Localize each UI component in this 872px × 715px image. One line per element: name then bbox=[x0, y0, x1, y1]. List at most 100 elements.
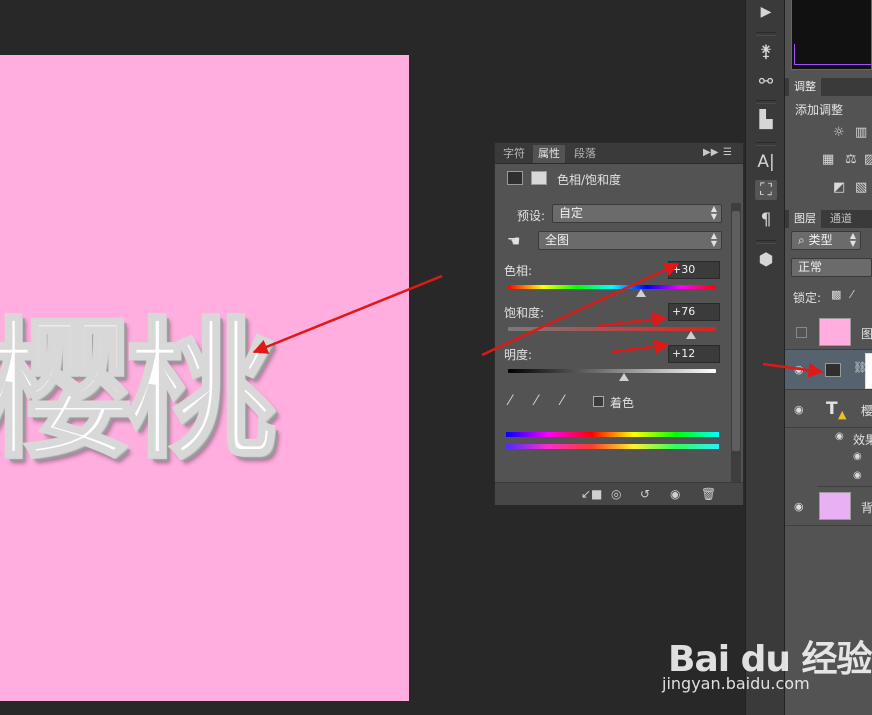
clone-source-icon[interactable]: ▙ bbox=[755, 110, 777, 130]
colorize-checkbox[interactable] bbox=[593, 396, 604, 407]
document-canvas[interactable]: 樱桃 bbox=[0, 55, 409, 701]
properties-scrollbar[interactable] bbox=[731, 203, 741, 483]
saturation-slider-thumb[interactable] bbox=[686, 331, 697, 339]
brightness-icon[interactable]: ☼ bbox=[833, 125, 845, 140]
art-text: 樱桃 bbox=[0, 305, 278, 479]
clip-to-layer-icon[interactable]: ↙■ bbox=[581, 487, 602, 501]
preset-value: 自定 bbox=[559, 206, 584, 220]
effects-label: 效果 bbox=[853, 433, 872, 447]
visibility-eye-icon[interactable]: ◉ bbox=[670, 487, 680, 501]
targeted-adjustment-hand-icon[interactable]: ☚ bbox=[507, 232, 520, 250]
warning-icon: ▲ bbox=[838, 408, 847, 421]
invert-icon[interactable]: ◩ bbox=[833, 180, 845, 195]
adjustment-title: 色相/饱和度 bbox=[557, 173, 622, 187]
tab-channels[interactable]: 通道 bbox=[825, 210, 857, 228]
tab-layers[interactable]: 图层 bbox=[789, 210, 821, 228]
panel-menu-icon[interactable]: ☰ bbox=[723, 147, 732, 158]
layer-name: 图 bbox=[861, 327, 872, 341]
character-icon[interactable]: A| bbox=[755, 152, 777, 172]
eye-icon[interactable]: ◉ bbox=[794, 403, 804, 416]
layer-name: 背 bbox=[861, 501, 872, 515]
layer-mask-icon[interactable] bbox=[531, 171, 547, 185]
adjustments-tab-bar: 调整 bbox=[785, 78, 872, 96]
hue-label: 色相: bbox=[504, 264, 533, 278]
hue-slider-thumb[interactable] bbox=[636, 289, 647, 297]
layers-tab-bar: 图层 通道 bbox=[785, 210, 872, 228]
view-previous-icon[interactable]: ◎ bbox=[611, 487, 621, 501]
eye-icon[interactable]: ◉ bbox=[853, 451, 862, 462]
saturation-label: 饱和度: bbox=[504, 306, 545, 320]
hue-saturation-layer-icon bbox=[825, 363, 841, 377]
reset-icon[interactable]: ↺ bbox=[640, 487, 650, 501]
panel-icon-strip: ▶ ⚵ ⚯ ▙ A| ⛶ ¶ ⬢ bbox=[745, 0, 785, 715]
play-icon[interactable]: ▶ bbox=[755, 4, 777, 20]
properties-panel: 字符 属性 段落 ▶▶ ☰ 色相/饱和度 预设: 自定 ▲ ▼ ☚ 全图 ▲ ▼ 色… bbox=[494, 142, 744, 505]
right-panels: 调整 添加调整 ☼ ▥ ▦ ⚖ ▨ ◩ ▧ 图层 通道 ⌕ 类型 ▲ ▼ 正常 锁… bbox=[785, 0, 872, 715]
saturation-slider-track[interactable] bbox=[508, 327, 716, 331]
properties-tab-bar: 字符 属性 段落 ▶▶ ☰ bbox=[495, 143, 743, 164]
levels-icon[interactable]: ▥ bbox=[855, 125, 867, 140]
eye-icon[interactable]: ◉ bbox=[853, 470, 862, 481]
hue-value-input[interactable]: +30 bbox=[668, 261, 720, 279]
black-white-icon[interactable]: ▨ bbox=[864, 152, 872, 167]
eye-icon[interactable]: ◉ bbox=[794, 363, 804, 376]
3d-cube-icon[interactable]: ⬢ bbox=[755, 250, 777, 270]
tab-properties[interactable]: 属性 bbox=[533, 145, 565, 163]
search-icon: ⌕ bbox=[798, 233, 809, 247]
blend-mode-value: 正常 bbox=[798, 260, 823, 274]
tab-character[interactable]: 字符 bbox=[498, 145, 530, 163]
mask-thumbnail bbox=[865, 353, 872, 389]
properties-footer: ↙■ ◎ ↺ ◉ 🗑 bbox=[495, 482, 743, 505]
visibility-box[interactable] bbox=[796, 327, 807, 338]
threshold-icon[interactable]: ▧ bbox=[855, 180, 867, 195]
lock-transparency-icon[interactable]: ▩ bbox=[831, 288, 841, 301]
colorize-label: 着色 bbox=[610, 396, 635, 410]
tab-adjustments[interactable]: 调整 bbox=[789, 78, 821, 96]
eye-icon[interactable]: ◉ bbox=[794, 500, 804, 513]
dropdown-arrows-icon: ▲ ▼ bbox=[849, 231, 856, 248]
tab-paragraph[interactable]: 段落 bbox=[569, 145, 601, 163]
layer-thumbnail bbox=[819, 492, 851, 520]
properties-icon[interactable]: ⛶ bbox=[755, 180, 777, 200]
brush-settings-icon[interactable]: ⚯ bbox=[755, 72, 777, 92]
dropdown-arrows-icon: ▲ ▼ bbox=[710, 231, 717, 248]
blend-mode-dropdown[interactable]: 正常 bbox=[791, 258, 872, 277]
lightness-value-input[interactable]: +12 bbox=[668, 345, 720, 363]
preset-dropdown[interactable]: 自定 ▲ ▼ bbox=[552, 204, 722, 223]
delete-trash-icon[interactable]: 🗑 bbox=[701, 487, 716, 501]
collapse-icon[interactable]: ▶▶ bbox=[703, 147, 718, 158]
add-adjustment-label: 添加调整 bbox=[795, 103, 844, 117]
saturation-value-input[interactable]: +76 bbox=[668, 303, 720, 321]
color-bar-top bbox=[506, 432, 719, 437]
dropdown-arrows-icon: ▲ ▼ bbox=[710, 204, 717, 221]
scrollbar-thumb[interactable] bbox=[732, 211, 740, 451]
vibrance-icon[interactable]: ▦ bbox=[822, 152, 834, 167]
preset-label: 预设: bbox=[517, 209, 546, 223]
lock-brush-icon[interactable]: ⁄ bbox=[851, 288, 853, 301]
range-dropdown[interactable]: 全图 ▲ ▼ bbox=[538, 231, 722, 250]
paragraph-icon[interactable]: ¶ bbox=[755, 210, 777, 230]
layer-row[interactable]: 图 bbox=[785, 314, 872, 350]
lightness-slider-thumb[interactable] bbox=[619, 373, 630, 381]
eyedropper-icon[interactable]: ⁄ bbox=[509, 393, 511, 409]
layer-effects-group: ◉ 效果 ◉ ◉ bbox=[817, 428, 872, 487]
layer-name: 樱 bbox=[861, 404, 872, 418]
layer-row[interactable]: ◉ T ▲ 樱 bbox=[785, 390, 872, 428]
divider bbox=[756, 142, 776, 146]
color-balance-icon[interactable]: ⚖ bbox=[845, 152, 857, 167]
eyedropper-plus-icon[interactable]: ⁄ bbox=[535, 393, 537, 409]
lightness-slider-track[interactable] bbox=[508, 369, 716, 373]
layer-row[interactable]: ◉ 背 bbox=[785, 488, 872, 526]
layer-thumbnail bbox=[819, 318, 851, 346]
layer-filter-dropdown[interactable]: ⌕ 类型 ▲ ▼ bbox=[791, 231, 861, 250]
histogram-preview bbox=[791, 0, 872, 70]
hue-slider-track[interactable] bbox=[508, 285, 716, 289]
eye-icon[interactable]: ◉ bbox=[835, 431, 844, 442]
eyedropper-minus-icon[interactable]: ⁄ bbox=[561, 393, 563, 409]
brush-presets-icon[interactable]: ⚵ bbox=[755, 42, 777, 62]
divider bbox=[756, 32, 776, 36]
lightness-label: 明度: bbox=[504, 348, 533, 362]
watermark-url: jingyan.baidu.com bbox=[662, 674, 810, 693]
lock-label: 锁定: bbox=[793, 291, 822, 305]
layer-row-selected[interactable]: ◉ ⛓ bbox=[785, 350, 872, 390]
